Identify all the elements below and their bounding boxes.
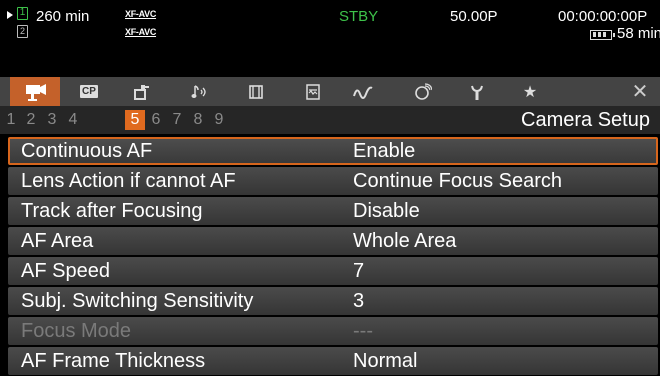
audio-setup-icon — [191, 84, 206, 98]
menu-item-value: 3 — [353, 290, 365, 312]
recording-format-2: XF-AVC — [124, 27, 158, 38]
tab-camera-setup[interactable] — [10, 77, 60, 106]
page-title: Camera Setup — [521, 109, 650, 131]
close-button[interactable]: ✕ — [615, 77, 660, 106]
menu-tab-bar: CP ★ ✕ — [0, 77, 660, 106]
menu-item-subj-switching-sensitivity[interactable]: Subj. Switching Sensitivity 3 — [8, 287, 658, 315]
menu-item-label: Continuous AF — [21, 140, 153, 162]
card-slot-2-icon: 2 — [17, 25, 28, 38]
close-icon: ✕ — [631, 81, 649, 103]
tab-assistance-functions[interactable] — [339, 77, 389, 106]
menu-item-label: Subj. Switching Sensitivity — [21, 290, 254, 312]
menu-item-value: Disable — [353, 200, 420, 222]
tab-network[interactable] — [398, 77, 448, 106]
playback-icon — [306, 83, 320, 100]
tab-my-menu[interactable]: ★ — [505, 77, 555, 106]
page-3[interactable]: 3 — [45, 110, 59, 130]
tab-custom-picture[interactable]: CP — [64, 77, 114, 106]
menu-item-label: AF Speed — [21, 260, 110, 282]
page-7[interactable]: 7 — [170, 110, 184, 130]
page-1[interactable]: 1 — [4, 110, 18, 130]
tab-audio-setup[interactable] — [174, 77, 224, 106]
menu-item-label: Focus Mode — [21, 320, 132, 342]
timecode: 00:00:00:00P — [558, 8, 648, 25]
page-5-active[interactable]: 5 — [125, 110, 145, 130]
menu-item-value: Enable — [353, 140, 416, 162]
battery-time: 58 min — [617, 25, 660, 42]
menu-item-label: AF Area — [21, 230, 94, 252]
page-selector: 1 2 3 4 5 6 7 8 9 Camera Setup — [0, 106, 660, 134]
status-bar: 1 2 260 min XF-AVC XF-AVC STBY 50.00P 00… — [0, 0, 660, 70]
tab-rec-media-setup[interactable] — [117, 77, 167, 106]
page-2[interactable]: 2 — [24, 110, 38, 130]
card-slot-1-icon: 1 — [17, 7, 28, 20]
menu-item-value: Continue Focus Search — [353, 170, 563, 192]
tab-playback[interactable] — [288, 77, 338, 106]
tab-system-setup[interactable] — [452, 77, 502, 106]
play-indicator-icon — [7, 11, 13, 19]
menu-item-value: 7 — [353, 260, 365, 282]
mode-indicator: STBY — [339, 8, 379, 25]
video-setup-icon — [249, 84, 263, 99]
menu-item-value: Normal — [353, 350, 418, 372]
menu-item-af-area[interactable]: AF Area Whole Area — [8, 227, 658, 255]
menu-item-value: Whole Area — [353, 230, 457, 252]
page-9[interactable]: 9 — [212, 110, 226, 130]
menu-item-lens-action[interactable]: Lens Action if cannot AF Continue Focus … — [8, 167, 658, 195]
menu-item-focus-mode: Focus Mode --- — [8, 317, 658, 345]
menu-item-continuous-af[interactable]: Continuous AF Enable — [8, 137, 658, 165]
system-setup-icon — [471, 85, 483, 100]
menu-item-value: --- — [353, 320, 373, 342]
assistance-functions-icon — [353, 86, 373, 99]
my-menu-star-icon: ★ — [522, 83, 538, 101]
custom-picture-icon: CP — [80, 85, 98, 98]
menu-item-af-frame-thickness[interactable]: AF Frame Thickness Normal — [8, 347, 658, 375]
menu-item-label: Lens Action if cannot AF — [21, 170, 236, 192]
page-4[interactable]: 4 — [66, 110, 80, 130]
menu-item-label: Track after Focusing — [21, 200, 203, 222]
remaining-time: 260 min — [36, 8, 90, 25]
menu-item-af-speed[interactable]: AF Speed 7 — [8, 257, 658, 285]
page-6[interactable]: 6 — [149, 110, 163, 130]
camera-setup-icon — [26, 83, 46, 101]
tab-video-setup[interactable] — [231, 77, 281, 106]
menu-item-label: AF Frame Thickness — [21, 350, 206, 372]
network-icon — [415, 82, 432, 100]
recording-format-1: XF-AVC — [124, 9, 158, 20]
page-8[interactable]: 8 — [191, 110, 205, 130]
rec-media-setup-icon — [134, 84, 149, 100]
menu-item-track-after-focusing[interactable]: Track after Focusing Disable — [8, 197, 658, 225]
frame-rate: 50.00P — [450, 8, 498, 25]
battery-icon — [590, 30, 615, 40]
